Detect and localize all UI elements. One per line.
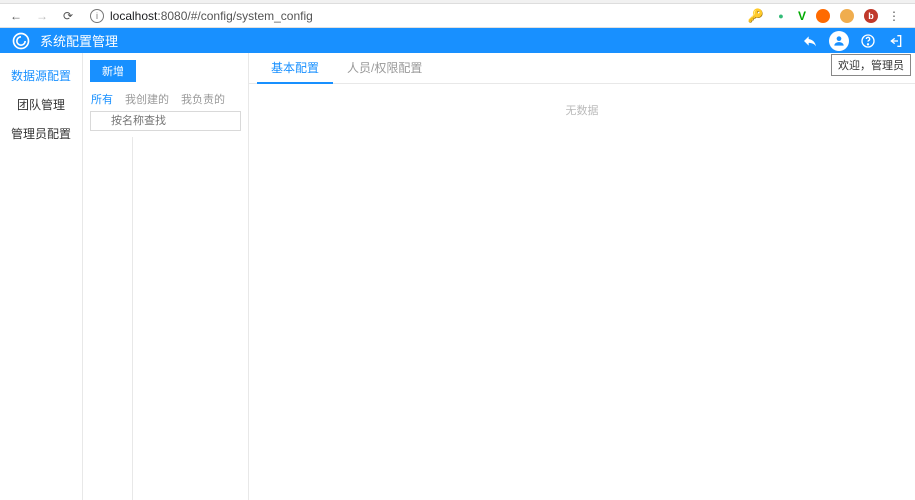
midpane-list xyxy=(83,137,248,500)
filter-row: 所有 我创建的 我负责的 xyxy=(83,89,248,111)
empty-state: 无数据 xyxy=(249,102,915,118)
reload-icon[interactable]: ⟳ xyxy=(60,9,76,23)
logout-icon[interactable] xyxy=(887,32,905,50)
ext-icon-4[interactable] xyxy=(840,9,854,23)
filter-created[interactable]: 我创建的 xyxy=(125,91,169,107)
midpane: 新增 所有 我创建的 我负责的 🔍 xyxy=(83,53,249,500)
site-info-icon[interactable]: i xyxy=(90,9,104,23)
forward-icon[interactable]: → xyxy=(34,9,50,23)
kebab-menu-icon[interactable]: ⋮ xyxy=(888,9,899,23)
tab-permission-config[interactable]: 人员/权限配置 xyxy=(333,53,436,83)
app-logo-icon xyxy=(10,30,32,52)
back-icon[interactable]: ← xyxy=(8,9,24,23)
sidebar-item-admin[interactable]: 管理员配置 xyxy=(0,119,82,148)
user-avatar-icon[interactable] xyxy=(829,31,849,51)
browser-navbar: ← → ⟳ i localhost:8080/#/config/system_c… xyxy=(0,4,915,28)
url-text: localhost:8080/#/config/system_config xyxy=(110,9,313,23)
help-icon[interactable] xyxy=(859,32,877,50)
app-body: 数据源配置 团队管理 管理员配置 新增 所有 我创建的 我负责的 🔍 基本配置 … xyxy=(0,53,915,500)
filter-owned[interactable]: 我负责的 xyxy=(181,91,225,107)
profile-avatar-icon[interactable]: b xyxy=(864,9,878,23)
url-bar[interactable]: i localhost:8080/#/config/system_config xyxy=(86,9,738,23)
app-title: 系统配置管理 xyxy=(40,31,118,50)
welcome-tooltip: 欢迎，管理员 xyxy=(831,54,911,76)
add-button[interactable]: 新增 xyxy=(90,60,136,82)
search-input[interactable] xyxy=(90,111,241,131)
filter-all[interactable]: 所有 xyxy=(91,91,113,107)
app-header: 系统配置管理 欢迎，管理员 xyxy=(0,28,915,53)
ext-icon-3[interactable] xyxy=(816,9,830,23)
ext-icon-1[interactable]: ● xyxy=(774,9,788,23)
content-area: 基本配置 人员/权限配置 无数据 xyxy=(249,53,915,500)
reply-icon[interactable] xyxy=(801,32,819,50)
sidebar-item-datasource[interactable]: 数据源配置 xyxy=(0,61,82,90)
ext-icon-vue[interactable]: V xyxy=(798,9,806,23)
sidebar: 数据源配置 团队管理 管理员配置 xyxy=(0,53,83,500)
tabs: 基本配置 人员/权限配置 xyxy=(249,53,915,84)
extension-icons: 🔑 ● V b ⋮ xyxy=(748,8,907,24)
tab-basic-config[interactable]: 基本配置 xyxy=(257,53,333,84)
sidebar-item-team[interactable]: 团队管理 xyxy=(0,90,82,119)
password-key-icon[interactable]: 🔑 xyxy=(748,8,764,24)
